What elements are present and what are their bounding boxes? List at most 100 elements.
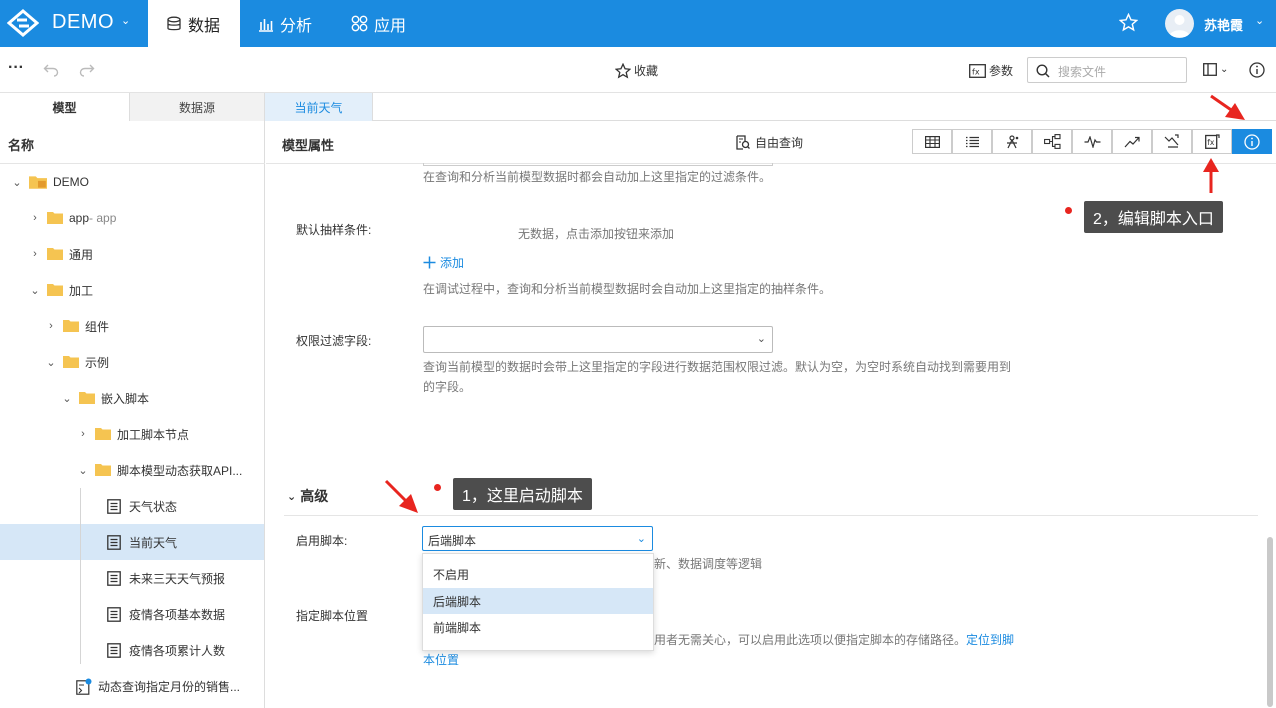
logo-icon[interactable] bbox=[7, 9, 39, 37]
tree-item-label: 疫情各项累计人数 bbox=[129, 643, 226, 658]
params-icon: fx bbox=[969, 63, 986, 78]
tree-item-forecast[interactable]: 未来三天天气预报 bbox=[0, 560, 264, 596]
chevron-right-icon[interactable]: › bbox=[77, 428, 89, 440]
option-frontend-script[interactable]: 前端脚本 bbox=[423, 614, 653, 640]
tree-item-weather-status[interactable]: 天气状态 bbox=[0, 488, 264, 524]
table-view-button[interactable] bbox=[912, 129, 952, 154]
username[interactable]: 苏艳霞 bbox=[1204, 15, 1243, 34]
params-button[interactable]: fx 参数 bbox=[969, 62, 1013, 79]
advanced-section-toggle[interactable]: ⌄ 高级 bbox=[287, 486, 328, 506]
list-view-button[interactable] bbox=[952, 129, 992, 154]
trend-icon bbox=[1124, 136, 1140, 147]
brand-name[interactable]: DEMO bbox=[52, 11, 114, 34]
tree-item-demo[interactable]: ⌄ DEMO bbox=[0, 164, 264, 200]
tree-item-processing[interactable]: ⌄ 加工 bbox=[0, 272, 264, 308]
locate-script-link[interactable]: 定位到脚 bbox=[966, 633, 1014, 647]
tree-item-label: 嵌入脚本 bbox=[101, 391, 150, 406]
table-icon bbox=[924, 135, 940, 148]
tree-item-epidemic-cumulative[interactable]: 疫情各项累计人数 bbox=[0, 632, 264, 668]
script-model-icon bbox=[76, 678, 92, 695]
apps-icon bbox=[351, 15, 368, 32]
relation-button[interactable] bbox=[992, 129, 1032, 154]
tab-datasource[interactable]: 数据源 bbox=[130, 93, 265, 121]
location-hint-text: 用者无需关心，可以启用此选项以便指定脚本的存储路径。 bbox=[654, 633, 967, 647]
document-icon bbox=[107, 642, 121, 658]
chevron-down-icon[interactable]: ⌄ bbox=[11, 176, 23, 189]
pulse-icon bbox=[1084, 135, 1100, 148]
tree-item-current-weather[interactable]: 当前天气 bbox=[0, 524, 264, 560]
folder-icon bbox=[47, 248, 63, 260]
undo-icon[interactable] bbox=[43, 63, 59, 77]
sidebar-header-label: 名称 bbox=[8, 138, 35, 153]
document-icon bbox=[107, 570, 121, 586]
add-sampling-button[interactable]: 添加 bbox=[423, 254, 464, 271]
tab-strip: 模型 数据源 当前天气 bbox=[0, 93, 1276, 121]
sampling-hint: 在调试过程中，查询和分析当前模型数据时会自动加上这里指定的抽样条件。 bbox=[423, 282, 832, 296]
chevron-down-icon[interactable]: ⌄ bbox=[45, 356, 57, 369]
tree-item-common[interactable]: › 通用 bbox=[0, 236, 264, 272]
more-icon[interactable]: ··· bbox=[8, 59, 24, 77]
nav-tab-analysis[interactable]: 分析 bbox=[258, 0, 328, 47]
folder-icon bbox=[95, 428, 111, 440]
lineage-button[interactable] bbox=[1032, 129, 1072, 154]
main-header: 模型属性 自由查询 fx bbox=[266, 121, 1276, 164]
chevron-down-icon[interactable]: ⌄ bbox=[61, 392, 73, 405]
star-icon[interactable] bbox=[1119, 13, 1138, 32]
document-icon bbox=[107, 498, 121, 514]
tree-item-script-model-api[interactable]: ⌄ 脚本模型动态获取API... bbox=[0, 452, 264, 488]
tree-item-app[interactable]: › app - app bbox=[0, 200, 264, 236]
pulse-button[interactable] bbox=[1072, 129, 1112, 154]
nav-tab-label: 应用 bbox=[374, 17, 407, 35]
nav-tab-data[interactable]: 数据 bbox=[148, 0, 240, 47]
select-value: 后端脚本 bbox=[428, 534, 477, 548]
info-icon[interactable] bbox=[1249, 62, 1265, 78]
chevron-right-icon[interactable]: › bbox=[29, 248, 41, 260]
edit-script-button[interactable]: fx bbox=[1192, 129, 1232, 154]
favorite-button[interactable]: 收藏 bbox=[615, 62, 658, 79]
tree-item-processing-script-node[interactable]: › 加工脚本节点 bbox=[0, 416, 264, 452]
trend-button[interactable] bbox=[1112, 129, 1152, 154]
chevron-right-icon[interactable]: › bbox=[29, 212, 41, 224]
chevron-right-icon[interactable]: › bbox=[45, 320, 57, 332]
scrollbar[interactable] bbox=[1267, 537, 1273, 707]
folder-icon bbox=[47, 284, 63, 296]
advanced-label: 高级 bbox=[300, 488, 329, 504]
tab-model[interactable]: 模型 bbox=[0, 93, 130, 121]
permission-label: 权限过滤字段: bbox=[296, 334, 372, 348]
avatar[interactable] bbox=[1165, 9, 1194, 38]
permission-field-select[interactable]: ⌄ bbox=[423, 326, 773, 353]
tree-item-embedded-script[interactable]: ⌄ 嵌入脚本 bbox=[0, 380, 264, 416]
layout-icon bbox=[1203, 63, 1217, 76]
locate-script-link-cont[interactable]: 本位置 bbox=[423, 651, 459, 668]
annotation-tip-1: 1，这里启动脚本 bbox=[453, 478, 592, 510]
nav-tab-apps[interactable]: 应用 bbox=[351, 0, 421, 47]
chevron-down-icon[interactable]: ⌄ bbox=[29, 284, 41, 297]
tree-item-label: 天气状态 bbox=[129, 499, 178, 514]
properties-button[interactable] bbox=[1232, 129, 1272, 154]
tree-item-label: 示例 bbox=[85, 355, 110, 370]
tree-guide-line bbox=[80, 488, 81, 664]
tree-item-components[interactable]: › 组件 bbox=[0, 308, 264, 344]
tab-current-weather[interactable]: 当前天气 bbox=[265, 93, 373, 121]
chevron-down-icon[interactable]: ⌄ bbox=[1255, 14, 1264, 27]
enable-script-select[interactable]: 后端脚本 ⌄ bbox=[422, 526, 653, 551]
search-input[interactable]: 搜索文件 bbox=[1027, 57, 1187, 83]
tree-item-label: app bbox=[69, 211, 90, 225]
transform-button[interactable] bbox=[1152, 129, 1192, 154]
option-disabled[interactable]: 不启用 bbox=[423, 561, 653, 587]
chevron-down-icon[interactable]: ⌄ bbox=[77, 464, 89, 477]
redo-icon[interactable] bbox=[79, 63, 95, 77]
layout-toggle[interactable]: ⌄ bbox=[1203, 63, 1228, 76]
option-backend-script[interactable]: 后端脚本 bbox=[423, 588, 653, 614]
info-icon bbox=[1244, 133, 1260, 150]
svg-text:fx: fx bbox=[1207, 138, 1215, 147]
tab-label: 当前天气 bbox=[294, 100, 343, 115]
tree-item-dynamic-sales-query[interactable]: 动态查询指定月份的销售... bbox=[0, 668, 264, 704]
tree-item-examples[interactable]: ⌄ 示例 bbox=[0, 344, 264, 380]
chevron-down-icon[interactable]: ⌄ bbox=[121, 14, 130, 27]
free-query-label: 自由查询 bbox=[755, 136, 804, 150]
tree-item-epidemic-basic[interactable]: 疫情各项基本数据 bbox=[0, 596, 264, 632]
divider bbox=[284, 515, 1258, 516]
free-query-button[interactable]: 自由查询 bbox=[736, 134, 803, 151]
chevron-down-icon: ⌄ bbox=[636, 533, 646, 545]
